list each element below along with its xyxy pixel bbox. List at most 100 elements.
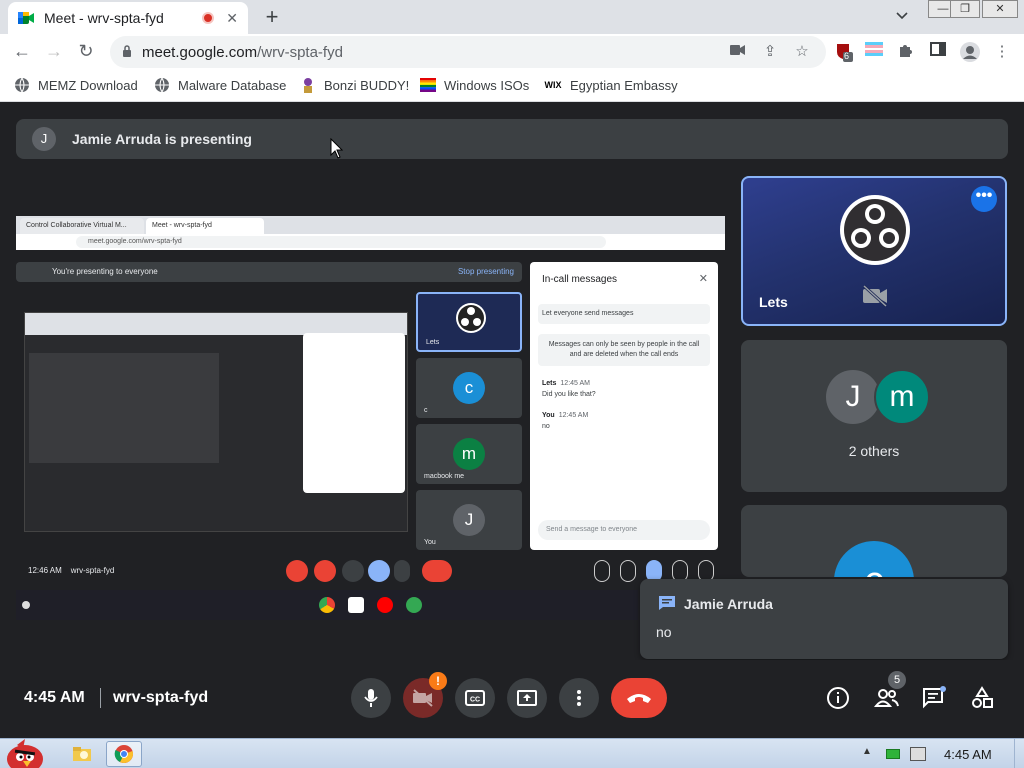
start-button[interactable]	[2, 739, 48, 768]
pride-extension-icon[interactable]	[864, 42, 884, 62]
extensions-puzzle-icon[interactable]	[896, 42, 916, 62]
shared-tile-you: J You	[416, 490, 522, 550]
taskbar-clock[interactable]: 4:45 AM	[944, 747, 992, 762]
chrome-taskbar-button[interactable]	[106, 741, 142, 767]
shared-close-icon: ✕	[698, 273, 708, 285]
extension-badge: 6	[844, 51, 850, 61]
meet-favicon-icon	[18, 11, 34, 25]
chat-button[interactable]	[922, 686, 946, 710]
share-icon[interactable]: ⇪	[760, 42, 780, 62]
bookmark-label: Egyptian Embassy	[570, 77, 678, 93]
camera-off-button[interactable]: !	[403, 672, 447, 718]
browser-tab-meet[interactable]: Meet - wrv-spta-fyd ✕	[8, 2, 248, 34]
tile-more-options-button[interactable]: •••	[971, 186, 997, 212]
shared-tile-label: Lets	[426, 339, 440, 346]
globe-icon	[14, 77, 30, 93]
bookmark-windows-isos[interactable]: Windows ISOs	[420, 77, 529, 93]
url-path: /wrv-spta-fyd	[257, 43, 343, 61]
chat-message-toast[interactable]: Jamie Arruda no	[640, 579, 1008, 659]
activities-button[interactable]	[970, 686, 994, 710]
participant-tile-others[interactable]: J m 2 others	[741, 340, 1007, 492]
meeting-details-button[interactable]	[826, 686, 850, 710]
captions-button[interactable]: CC	[455, 678, 495, 718]
svg-text:CC: CC	[470, 697, 480, 704]
shared-tile-avatar: m	[453, 438, 485, 470]
tray-overflow-icon[interactable]: ▲	[862, 746, 872, 757]
shared-mic-off-icon	[286, 560, 308, 582]
shared-tile-c: c c	[416, 358, 522, 418]
warning-badge: !	[429, 672, 447, 690]
shared-tile-lets: Lets	[416, 292, 522, 352]
shared-info-icon	[594, 560, 610, 582]
leave-call-button[interactable]	[611, 678, 667, 718]
camera-in-use-icon[interactable]	[728, 42, 748, 62]
close-window-button[interactable]: ✕	[982, 0, 1018, 18]
shared-tile-avatar: c	[453, 372, 485, 404]
activities-icon	[972, 686, 993, 708]
tab-search-chevron-icon[interactable]	[896, 9, 908, 23]
reload-icon[interactable]: ↻	[75, 41, 97, 62]
toast-sender: Jamie Arruda	[684, 596, 773, 612]
bonzi-buddy-icon	[300, 77, 316, 93]
bookmark-egyptian-embassy[interactable]: WIX Egyptian Embassy	[544, 77, 678, 93]
microphone-button[interactable]	[351, 678, 391, 718]
participant-tile-partial[interactable]: c	[741, 505, 1007, 577]
present-to-all-icon	[517, 690, 537, 706]
shared-tile-label: c	[424, 407, 428, 414]
restore-button[interactable]: ❐	[950, 0, 980, 18]
shared-controls-bar: 12:46 AM wrv-spta-fyd	[16, 556, 725, 586]
info-icon	[827, 687, 849, 709]
microphone-icon	[364, 689, 378, 707]
bookmark-star-icon[interactable]: ☆	[792, 42, 812, 62]
camera-off-icon	[413, 689, 433, 707]
end-call-icon	[627, 694, 651, 703]
shared-url: meet.google.com/wrv-spta-fyd	[76, 236, 606, 248]
new-tab-button[interactable]: +	[260, 4, 284, 30]
shared-presenting-text: You're presenting to everyone	[52, 267, 158, 276]
windows-taskbar: ▲ 4:45 AM	[0, 738, 1024, 768]
profile-avatar-icon[interactable]	[960, 42, 980, 62]
shared-people-icon	[620, 560, 636, 582]
more-vert-icon	[577, 690, 581, 706]
others-count-label: 2 others	[848, 443, 900, 459]
shared-captions-icon	[342, 560, 364, 582]
network-icon[interactable]	[910, 747, 926, 761]
browser-titlebar: Meet - wrv-spta-fyd ✕ + — ❐ ✕	[0, 0, 1024, 34]
obs-logo-icon	[456, 303, 486, 333]
people-button[interactable]	[873, 686, 899, 710]
shared-browser-toolbar: meet.google.com/wrv-spta-fyd	[16, 234, 725, 250]
meet-control-bar: 4:45 AM wrv-spta-fyd ! CC 5	[0, 660, 1024, 736]
shared-stop-presenting: Stop presenting	[457, 267, 514, 276]
tab-close-icon[interactable]: ✕	[226, 10, 238, 27]
recursive-chrome	[25, 313, 407, 335]
bookmark-memz[interactable]: MEMZ Download	[14, 77, 138, 93]
browser-menu-icon[interactable]: ⋮	[992, 42, 1012, 62]
url-host: meet.google.com	[142, 43, 258, 61]
file-explorer-icon[interactable]	[70, 741, 94, 767]
show-desktop-button[interactable]	[1014, 739, 1024, 768]
bookmark-bonzi-buddy[interactable]: Bonzi BUDDY!	[300, 77, 409, 93]
chrome-icon	[114, 745, 133, 763]
shared-msg-text: no	[542, 423, 550, 430]
presenting-text: Jamie Arruda is presenting	[72, 131, 252, 147]
side-panel-icon[interactable]	[928, 42, 948, 62]
participant-tile-lets[interactable]: ••• Lets	[741, 176, 1007, 326]
bookmark-label: MEMZ Download	[38, 77, 138, 93]
shared-toggle-label: Let everyone send messages	[538, 304, 710, 324]
participant-avatar: m	[874, 369, 930, 425]
more-options-button[interactable]	[559, 678, 599, 718]
bookmark-malware-database[interactable]: Malware Database	[154, 77, 286, 93]
shared-end-call-icon	[422, 560, 452, 582]
shared-tile-label: You	[424, 539, 436, 546]
shared-tile-label: macbook me	[424, 473, 465, 480]
shared-tile-avatar: J	[453, 504, 485, 536]
presenting-banner: J Jamie Arruda is presenting	[16, 119, 1008, 159]
present-screen-button[interactable]	[507, 678, 547, 718]
back-arrow-icon[interactable]: ←	[11, 41, 33, 62]
address-bar[interactable]: meet.google.com/wrv-spta-fyd	[110, 36, 826, 68]
extension-shield-icon[interactable]: 6	[834, 42, 854, 62]
battery-icon[interactable]	[886, 749, 900, 759]
rainbow-flag-icon	[420, 77, 436, 93]
presenter-avatar: J	[32, 127, 56, 151]
forward-arrow-icon[interactable]: →	[43, 41, 65, 62]
